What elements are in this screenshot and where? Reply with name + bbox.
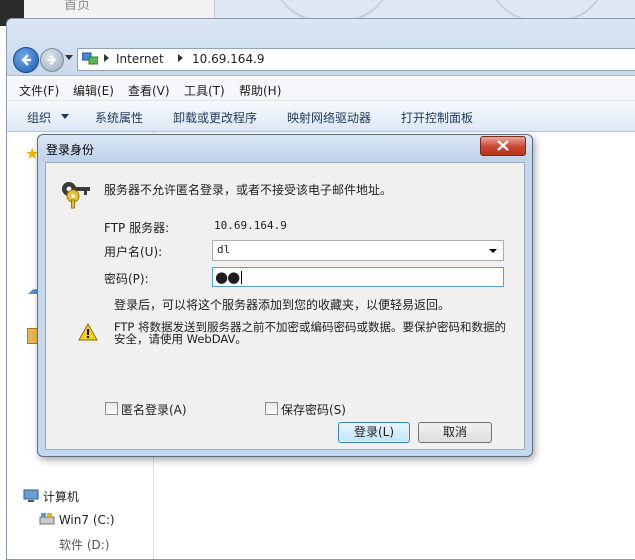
warning-icon [78, 323, 98, 341]
forward-arrow-icon [47, 54, 57, 66]
drive-icon [39, 512, 55, 529]
keys-icon [62, 182, 90, 209]
menu-tools[interactable]: 工具(T) [184, 82, 225, 99]
username-value: dl [217, 243, 231, 256]
menu-help[interactable]: 帮助(H) [239, 82, 281, 99]
organize-dropdown-icon[interactable] [61, 114, 69, 119]
save-password-label[interactable]: 保存密码(S) [281, 401, 346, 418]
cancel-button[interactable]: 取消 [418, 422, 492, 443]
username-label: 用户名(U): [104, 245, 163, 259]
system-properties-button[interactable]: 系统属性 [95, 109, 143, 126]
address-bar[interactable]: Internet 10.69.164.9 [77, 48, 635, 71]
password-label: 密码(P): [104, 272, 149, 286]
menu-view[interactable]: 查看(V) [128, 82, 170, 99]
anonymous-login-checkbox[interactable] [105, 402, 118, 415]
computer-icon [23, 489, 39, 506]
ftp-server-label: FTP 服务器: [104, 221, 170, 235]
dialog-body: 服务器不允许匿名登录，或者不接受该电子邮件地址。 FTP 服务器: 10.69.… [45, 162, 525, 450]
organize-button[interactable]: 组织 [27, 109, 51, 126]
map-network-drive-button[interactable]: 映射网络驱动器 [287, 109, 371, 126]
close-button[interactable] [480, 136, 526, 156]
dialog-message: 服务器不允许匿名登录，或者不接受该电子邮件地址。 [104, 183, 393, 197]
text-caret [241, 271, 242, 284]
dialog-titlebar[interactable]: 登录身份 [38, 135, 532, 161]
chevron-down-icon[interactable] [489, 249, 497, 253]
tree-item-win7-drive[interactable]: Win7 (C:) [39, 512, 115, 529]
anonymous-login-label[interactable]: 匿名登录(A) [121, 401, 187, 418]
forward-button[interactable] [40, 48, 64, 72]
security-warning-text: FTP 将数据发送到服务器之前不加密或编码密码或数据。要保护密码和数据的安全，请… [114, 320, 507, 346]
address-segment-ip[interactable]: 10.69.164.9 [192, 52, 265, 66]
password-masked-value: ●● [215, 268, 240, 286]
password-field[interactable]: ●● [212, 267, 504, 287]
close-icon [497, 140, 509, 151]
login-button[interactable]: 登录(L) [338, 422, 410, 443]
tree-item-other-drive[interactable]: 软件 (D:) [59, 536, 109, 553]
address-separator-icon[interactable] [178, 54, 183, 62]
tree-item-computer[interactable]: 计算机 [23, 488, 79, 506]
save-password-checkbox[interactable] [265, 402, 278, 415]
navigation-bar: Internet 10.69.164.9 [7, 19, 635, 76]
favorites-info-text: 登录后，可以将这个服务器添加到您的收藏夹，以便轻易返回。 [114, 298, 451, 312]
tree-item-computer-label: 计算机 [42, 490, 79, 504]
network-icon [82, 52, 98, 65]
menu-bar: 文件(F) 编辑(E) 查看(V) 工具(T) 帮助(H) [7, 78, 635, 101]
username-combobox[interactable]: dl [212, 240, 504, 261]
tree-item-win7-label: Win7 (C:) [58, 513, 115, 527]
menu-edit[interactable]: 编辑(E) [73, 82, 114, 99]
ftp-server-value: 10.69.164.9 [214, 219, 287, 232]
login-dialog: 登录身份 服务器不允许匿名登录，或者不接受该电子邮件地址。 FTP 服务器: 1… [37, 134, 533, 457]
dialog-title: 登录身份 [46, 143, 95, 157]
uninstall-program-button[interactable]: 卸载或更改程序 [173, 109, 257, 126]
back-button[interactable] [13, 47, 39, 73]
open-control-panel-button[interactable]: 打开控制面板 [401, 109, 473, 126]
recent-pages-dropdown-icon[interactable] [65, 55, 73, 60]
address-segment-internet[interactable]: Internet [116, 52, 164, 66]
background-home-label: 首页 [64, 0, 91, 13]
command-bar: 组织 系统属性 卸载或更改程序 映射网络驱动器 打开控制面板 [7, 101, 635, 132]
address-separator-icon[interactable] [104, 54, 109, 62]
back-arrow-icon [21, 54, 31, 66]
menu-file[interactable]: 文件(F) [19, 82, 59, 99]
